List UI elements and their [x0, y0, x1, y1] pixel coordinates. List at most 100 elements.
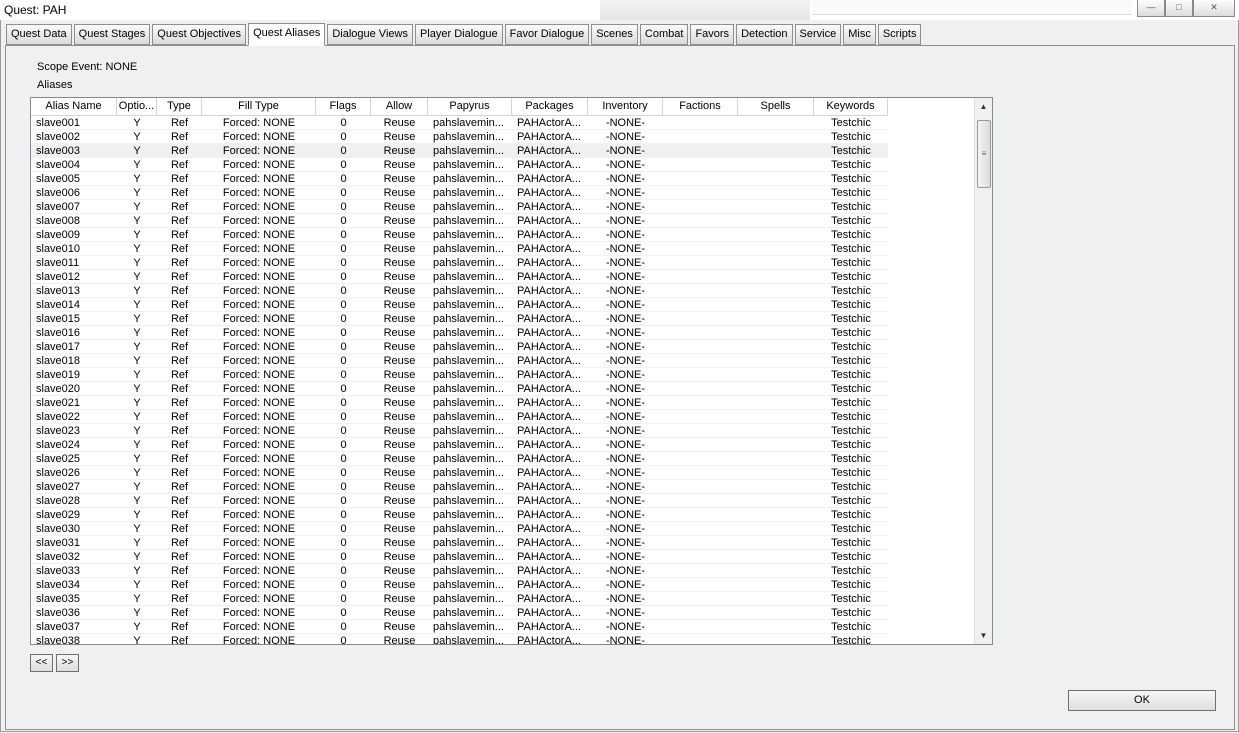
optional-cell: Y — [133, 327, 141, 339]
table-row[interactable]: slave017 Y Ref Forced: NONE 0 Reuse pahslavemi… — [31, 340, 888, 354]
aliases-list[interactable]: Alias Name Optio... Type Fill Type Flags Allo… — [30, 97, 993, 645]
flags-cell: 0 — [340, 579, 347, 591]
optional-cell: Y — [133, 215, 141, 227]
tab-service[interactable]: Service — [794, 24, 842, 45]
table-row[interactable]: slave011 Y Ref Forced: NONE 0 Reuse pahslavemi… — [31, 256, 888, 270]
tab-quest-objectives[interactable]: Quest Objectives — [152, 24, 247, 45]
fill-type-cell: Forced: NONE — [222, 173, 296, 185]
tab-scenes[interactable]: Scenes — [591, 24, 638, 45]
table-row[interactable]: slave013 Y Ref Forced: NONE 0 Reuse pahslavemi… — [31, 284, 888, 298]
table-row[interactable]: slave009 Y Ref Forced: NONE 0 Reuse pahslavemi… — [31, 228, 888, 242]
table-row[interactable]: slave023 Y Ref Forced: NONE 0 Reuse pahslavemi… — [31, 424, 888, 438]
table-row[interactable]: slave031 Y Ref Forced: NONE 0 Reuse pahslavemi… — [31, 536, 888, 550]
table-row[interactable]: slave030 Y Ref Forced: NONE 0 Reuse pahslavemi… — [31, 522, 888, 536]
fill-type-cell: Forced: NONE — [222, 537, 296, 549]
column-header[interactable]: Fill Type — [202, 98, 316, 115]
column-header[interactable]: Type — [157, 98, 202, 115]
table-row[interactable]: slave038 Y Ref Forced: NONE 0 Reuse pahslavemi… — [31, 634, 888, 645]
prev-button[interactable]: << — [30, 654, 53, 672]
packages-cell: PAHActorA... — [517, 453, 581, 465]
table-row[interactable]: slave001 Y Ref Forced: NONE 0 Reuse pahslavemi… — [31, 116, 888, 130]
table-row[interactable]: slave022 Y Ref Forced: NONE 0 Reuse pahslavemi… — [31, 410, 888, 424]
column-header[interactable]: Spells — [738, 98, 814, 115]
flags-cell: 0 — [340, 215, 347, 227]
allow-cell: Reuse — [383, 411, 416, 423]
allow-cell: Reuse — [383, 509, 416, 521]
alias-name-cell: slave021 — [36, 397, 81, 409]
table-row[interactable]: slave035 Y Ref Forced: NONE 0 Reuse pahslavemi… — [31, 592, 888, 606]
optional-cell: Y — [133, 187, 141, 199]
keywords-cell: Testchic — [831, 509, 871, 521]
table-row[interactable]: slave010 Y Ref Forced: NONE 0 Reuse pahslavemi… — [31, 242, 888, 256]
table-row[interactable]: slave033 Y Ref Forced: NONE 0 Reuse pahslavemi… — [31, 564, 888, 578]
close-icon[interactable]: ✕ — [1193, 0, 1235, 17]
tab-misc[interactable]: Misc — [843, 24, 876, 45]
table-row[interactable]: slave014 Y Ref Forced: NONE 0 Reuse pahslavemi… — [31, 298, 888, 312]
table-row[interactable]: slave029 Y Ref Forced: NONE 0 Reuse pahslavemi… — [31, 508, 888, 522]
inventory-cell: -NONE- — [605, 201, 646, 213]
optional-cell: Y — [133, 439, 141, 451]
table-row[interactable]: slave028 Y Ref Forced: NONE 0 Reuse pahslavemi… — [31, 494, 888, 508]
tab-dialogue-views[interactable]: Dialogue Views — [327, 24, 413, 45]
spells-cell — [738, 326, 814, 339]
table-row[interactable]: slave032 Y Ref Forced: NONE 0 Reuse pahslavemi… — [31, 550, 888, 564]
tab-favors[interactable]: Favors — [690, 24, 735, 45]
table-row[interactable]: slave026 Y Ref Forced: NONE 0 Reuse pahslavemi… — [31, 466, 888, 480]
ok-button[interactable]: OK — [1068, 690, 1216, 711]
table-row[interactable]: slave036 Y Ref Forced: NONE 0 Reuse pahslavemi… — [31, 606, 888, 620]
column-header[interactable]: Packages — [512, 98, 588, 115]
table-row[interactable]: slave008 Y Ref Forced: NONE 0 Reuse pahslavemi… — [31, 214, 888, 228]
vertical-scrollbar[interactable]: ▲ ≡ ▼ — [974, 98, 992, 644]
fill-type-cell: Forced: NONE — [222, 229, 296, 241]
table-row[interactable]: slave027 Y Ref Forced: NONE 0 Reuse pahslavemi… — [31, 480, 888, 494]
column-header[interactable]: Inventory — [588, 98, 663, 115]
table-row[interactable]: slave007 Y Ref Forced: NONE 0 Reuse pahslavemi… — [31, 200, 888, 214]
spells-cell — [738, 270, 814, 283]
column-header[interactable]: Alias Name — [31, 98, 117, 115]
fill-type-cell: Forced: NONE — [222, 341, 296, 353]
spells-cell — [738, 410, 814, 423]
table-row[interactable]: slave019 Y Ref Forced: NONE 0 Reuse pahslavemi… — [31, 368, 888, 382]
keywords-cell: Testchic — [831, 369, 871, 381]
table-row[interactable]: slave004 Y Ref Forced: NONE 0 Reuse pahslavemi… — [31, 158, 888, 172]
column-header[interactable]: Papyrus — [428, 98, 512, 115]
tab-player-dialogue[interactable]: Player Dialogue — [414, 24, 503, 45]
table-row[interactable]: slave003 Y Ref Forced: NONE 0 Reuse pahslavemi… — [31, 144, 888, 158]
table-row[interactable]: slave002 Y Ref Forced: NONE 0 Reuse pahslavemi… — [31, 130, 888, 144]
fill-type-cell: Forced: NONE — [222, 495, 296, 507]
tab-quest-data[interactable]: Quest Data — [6, 24, 72, 45]
table-row[interactable]: slave012 Y Ref Forced: NONE 0 Reuse pahslavemi… — [31, 270, 888, 284]
scroll-up-icon[interactable]: ▲ — [975, 98, 992, 115]
table-row[interactable]: slave025 Y Ref Forced: NONE 0 Reuse pahslavemi… — [31, 452, 888, 466]
table-row[interactable]: slave015 Y Ref Forced: NONE 0 Reuse pahslavemi… — [31, 312, 888, 326]
tab-combat[interactable]: Combat — [639, 24, 689, 45]
column-header[interactable]: Factions — [663, 98, 738, 115]
tab-detection[interactable]: Detection — [736, 24, 793, 45]
scroll-thumb[interactable]: ≡ — [977, 120, 991, 188]
table-row[interactable]: slave024 Y Ref Forced: NONE 0 Reuse pahslavemi… — [31, 438, 888, 452]
tab-scripts[interactable]: Scripts — [877, 24, 922, 45]
tab-quest-aliases[interactable]: Quest Aliases — [248, 23, 326, 46]
table-row[interactable]: slave034 Y Ref Forced: NONE 0 Reuse pahslavemi… — [31, 578, 888, 592]
table-row[interactable]: slave021 Y Ref Forced: NONE 0 Reuse pahslavemi… — [31, 396, 888, 410]
table-row[interactable]: slave020 Y Ref Forced: NONE 0 Reuse pahslavemi… — [31, 382, 888, 396]
inventory-cell: -NONE- — [605, 439, 646, 451]
background-window-strip — [812, 0, 1132, 15]
table-row[interactable]: slave006 Y Ref Forced: NONE 0 Reuse pahslavemi… — [31, 186, 888, 200]
column-header[interactable]: Allow — [371, 98, 428, 115]
inventory-cell: -NONE- — [605, 635, 646, 645]
minimize-icon[interactable]: — — [1137, 0, 1165, 17]
column-header[interactable]: Optio... — [117, 98, 157, 115]
maximize-icon[interactable]: □ — [1165, 0, 1193, 17]
table-row[interactable]: slave005 Y Ref Forced: NONE 0 Reuse pahslavemi… — [31, 172, 888, 186]
table-row[interactable]: slave037 Y Ref Forced: NONE 0 Reuse pahslavemi… — [31, 620, 888, 634]
column-header[interactable]: Keywords — [814, 98, 888, 115]
table-row[interactable]: slave016 Y Ref Forced: NONE 0 Reuse pahslavemi… — [31, 326, 888, 340]
tab-quest-stages[interactable]: Quest Stages — [73, 24, 151, 45]
table-row[interactable]: slave018 Y Ref Forced: NONE 0 Reuse pahslavemi… — [31, 354, 888, 368]
column-header[interactable]: Flags — [316, 98, 371, 115]
factions-cell — [663, 256, 738, 269]
tab-favor-dialogue[interactable]: Favor Dialogue — [504, 24, 590, 45]
scroll-down-icon[interactable]: ▼ — [975, 627, 992, 644]
next-button[interactable]: >> — [56, 654, 79, 672]
